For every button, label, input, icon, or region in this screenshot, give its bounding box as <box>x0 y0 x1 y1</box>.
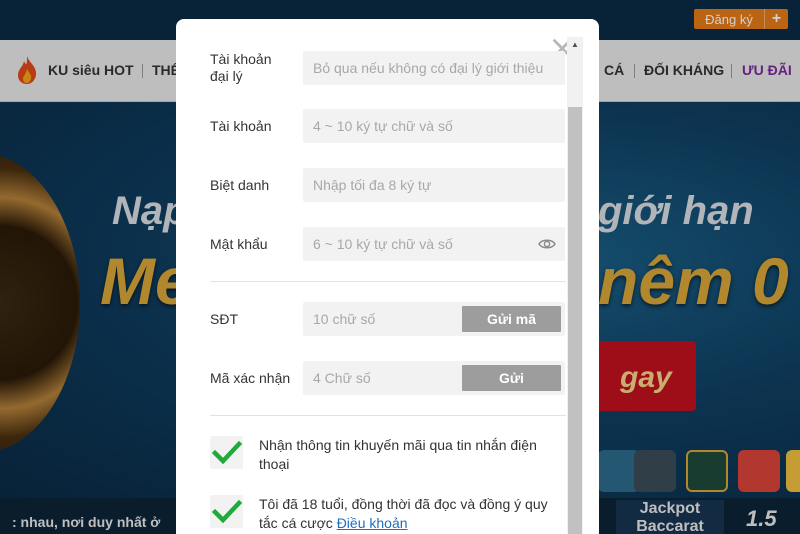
terms-checkbox[interactable] <box>210 495 243 528</box>
promo-consent-text: Nhận thông tin khuyến mãi qua tin nhắn đ… <box>259 437 537 472</box>
password-input[interactable] <box>303 227 565 261</box>
account-label: Tài khoản <box>210 118 272 134</box>
promo-checkbox[interactable] <box>210 436 243 469</box>
terms-link[interactable]: Điều khoản <box>337 515 408 531</box>
form-divider <box>210 415 566 416</box>
promo-consent-row: Nhận thông tin khuyến mãi qua tin nhắn đ… <box>210 436 566 476</box>
checkmark-icon <box>211 499 243 524</box>
agent-label: Tài khoản đại lý <box>210 51 272 84</box>
scrollbar[interactable]: ▲ <box>567 37 583 534</box>
agent-input[interactable] <box>303 51 565 85</box>
phone-row: SĐT Gửi mã <box>210 302 566 336</box>
nickname-label: Biệt danh <box>210 177 270 193</box>
phone-field-wrap: Gửi mã <box>303 302 565 336</box>
account-input[interactable] <box>303 109 565 143</box>
scroll-thumb[interactable] <box>568 107 582 534</box>
verify-row: Mã xác nhận Gửi <box>210 361 566 395</box>
nickname-input[interactable] <box>303 168 565 202</box>
agent-row: Tài khoản đại lý <box>210 51 566 85</box>
nickname-row: Biệt danh <box>210 168 566 202</box>
phone-label: SĐT <box>210 311 238 327</box>
form-divider <box>210 281 566 282</box>
account-row: Tài khoản <box>210 109 566 143</box>
password-row: Mật khẩu <box>210 227 566 261</box>
verify-label: Mã xác nhận <box>210 370 291 386</box>
eye-icon[interactable] <box>538 237 556 251</box>
verify-field-wrap: Gửi <box>303 361 565 395</box>
terms-consent-row: Tôi đã 18 tuổi, đồng thời đã đọc và đồng… <box>210 495 566 534</box>
send-button[interactable]: Gửi <box>462 365 561 391</box>
send-code-button[interactable]: Gửi mã <box>462 306 561 332</box>
password-label: Mật khẩu <box>210 236 268 252</box>
checkmark-icon <box>211 440 243 465</box>
terms-consent-text: Tôi đã 18 tuổi, đồng thời đã đọc và đồng… <box>259 495 559 533</box>
registration-modal: × ▲ Tài khoản đại lý Tài khoản Biệt danh… <box>176 19 599 534</box>
scroll-up-arrow-icon[interactable]: ▲ <box>567 37 583 53</box>
